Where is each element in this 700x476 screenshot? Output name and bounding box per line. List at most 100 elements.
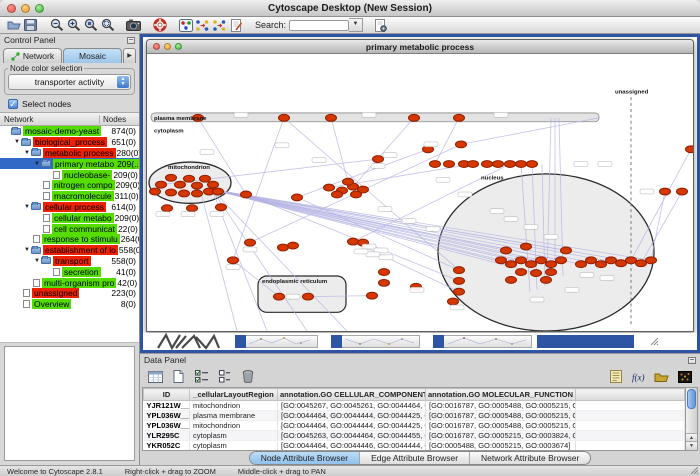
network-node[interactable] — [454, 267, 465, 274]
tab-edge-attribute-browser[interactable]: Edge Attribute Browser — [360, 452, 470, 464]
table-cell[interactable]: mitochondrion — [190, 421, 278, 431]
open-icon[interactable] — [5, 18, 22, 33]
table-cell[interactable]: YLR295C — [144, 431, 190, 441]
table-column-header[interactable]: _cellularLayoutRegion — [190, 389, 278, 401]
birdseye-view[interactable] — [4, 346, 135, 461]
network-node[interactable] — [162, 205, 173, 212]
annotation-icon[interactable] — [228, 18, 245, 33]
minimized-window-1[interactable] — [235, 335, 246, 348]
network-node[interactable] — [596, 261, 607, 268]
network-node[interactable] — [616, 260, 627, 267]
network-node[interactable] — [200, 175, 211, 182]
network-node[interactable] — [456, 141, 467, 148]
table-column-header[interactable]: ID — [144, 389, 190, 401]
network-node[interactable] — [493, 161, 504, 168]
tab-network-attribute-browser[interactable]: Network Attribute Browser — [470, 452, 590, 464]
tab-mosaic[interactable]: Mosaic — [63, 48, 122, 63]
table-row[interactable]: YPL036W__1mitochondrion[GO:0044464, GO:0… — [144, 421, 685, 431]
network-node[interactable] — [156, 181, 167, 188]
network-node[interactable] — [192, 190, 203, 197]
network-node[interactable] — [505, 161, 516, 168]
tree-row[interactable]: mosaic-demo-yeast874(0) — [0, 126, 139, 137]
node-color-dropdown[interactable]: transporter activity ▲▼ — [8, 74, 131, 90]
search-dropdown-icon[interactable]: ▼ — [349, 18, 363, 32]
attribute-table-icon[interactable] — [147, 369, 164, 385]
network-node[interactable] — [531, 270, 542, 277]
table-cell[interactable]: [GO:0016787, GO:0005488, GO:0005215, G..… — [426, 401, 576, 411]
table-cell[interactable]: mitochondrion — [190, 401, 278, 411]
select-nodes-checkbox[interactable]: ✓ — [8, 99, 18, 109]
network-view-titlebar[interactable]: primary metabolic process — [147, 40, 693, 54]
network-node[interactable] — [448, 298, 459, 305]
table-cell[interactable] — [576, 411, 685, 421]
network-node[interactable] — [686, 146, 694, 153]
network-node[interactable] — [245, 239, 256, 246]
table-cell[interactable]: [GO:0044464, GO:0044444, GO:0044425, G..… — [278, 421, 426, 431]
tree-column-network[interactable]: Network — [0, 115, 100, 124]
vizmapper-icon[interactable] — [177, 18, 194, 33]
network-node[interactable] — [208, 181, 219, 188]
network-node[interactable] — [278, 244, 289, 251]
table-cell[interactable]: [GO:0016787, GO:0005488, GO:0005215, G..… — [426, 411, 576, 421]
table-cell[interactable]: cytoplasm — [190, 441, 278, 451]
table-cell[interactable] — [576, 401, 685, 411]
network-node[interactable] — [541, 276, 552, 283]
tab-node-attribute-browser[interactable]: Node Attribute Browser — [250, 452, 360, 464]
float-data-panel-icon[interactable] — [688, 357, 696, 364]
view-zoom-button[interactable] — [175, 43, 182, 50]
table-cell[interactable]: [GO:0044464, GO:0044444, GO:0044425, G..… — [278, 411, 426, 421]
tree-row[interactable]: secretion41(0) — [0, 266, 139, 277]
table-row[interactable]: YJR121W__1mitochondrion[GO:0045267, GO:0… — [144, 401, 685, 411]
save-icon[interactable] — [22, 18, 39, 33]
network-node[interactable] — [288, 242, 299, 249]
tree-row[interactable]: response to stimulu264(0) — [0, 234, 139, 245]
table-cell[interactable]: YPL036W__2 — [144, 411, 190, 421]
minimized-window-3[interactable] — [433, 335, 444, 348]
network-node[interactable] — [228, 257, 239, 264]
network-node[interactable] — [324, 184, 335, 191]
expander-icon[interactable]: ▼ — [33, 258, 41, 264]
network-node[interactable] — [409, 114, 420, 121]
table-cell[interactable] — [576, 421, 685, 431]
network-node[interactable] — [556, 257, 567, 264]
table-cell[interactable]: YPL036W__1 — [144, 421, 190, 431]
network-node[interactable] — [213, 188, 224, 195]
network-node[interactable] — [526, 261, 537, 268]
delete-attribute-icon[interactable] — [239, 369, 256, 385]
view-minimize-button[interactable] — [164, 43, 171, 50]
tree-row[interactable]: nitrogen compo209(0) — [0, 180, 139, 191]
network-node[interactable] — [561, 247, 572, 254]
float-panel-icon[interactable] — [127, 37, 135, 44]
network-node[interactable] — [184, 175, 195, 182]
network-node[interactable] — [506, 261, 517, 268]
layout-2-icon[interactable] — [211, 18, 228, 33]
table-cell[interactable]: [GO:0045263, GO:0044464, GO:0044455, G..… — [278, 431, 426, 441]
network-node[interactable] — [501, 247, 512, 254]
network-node[interactable] — [454, 114, 465, 121]
zoom-fit-icon[interactable] — [99, 18, 116, 33]
tree-row[interactable]: Overview8(0) — [0, 299, 139, 310]
network-node[interactable] — [677, 188, 688, 195]
network-node[interactable] — [179, 190, 190, 197]
table-row[interactable]: YPL036W__2plasma membrane[GO:0044464, GO… — [144, 411, 685, 421]
network-node[interactable] — [373, 156, 384, 163]
expander-icon[interactable]: ▼ — [13, 139, 21, 145]
network-node[interactable] — [303, 293, 314, 300]
view-close-button[interactable] — [153, 43, 160, 50]
network-node[interactable] — [279, 114, 290, 121]
select-attributes-icon[interactable] — [193, 369, 210, 385]
minimized-window-2[interactable] — [331, 335, 342, 348]
network-node[interactable] — [241, 191, 252, 198]
tree-row[interactable]: ▼cellular process614(0) — [0, 202, 139, 213]
attribute-matrix-icon[interactable] — [676, 369, 693, 385]
zoom-window-button[interactable] — [35, 4, 44, 13]
network-node[interactable] — [274, 293, 285, 300]
network-node[interactable] — [516, 161, 527, 168]
network-node[interactable] — [468, 161, 479, 168]
table-column-header[interactable]: annotation.GO MOLECULAR_FUNCTION — [426, 389, 576, 401]
network-node[interactable] — [430, 161, 441, 168]
attribute-notes-icon[interactable] — [607, 369, 624, 385]
help-icon[interactable] — [151, 18, 168, 33]
table-scrollbar[interactable]: ▲ ▼ — [685, 388, 697, 450]
table-cell[interactable]: [GO:0016787, GO:0005488, GO:0005215, G..… — [426, 421, 576, 431]
